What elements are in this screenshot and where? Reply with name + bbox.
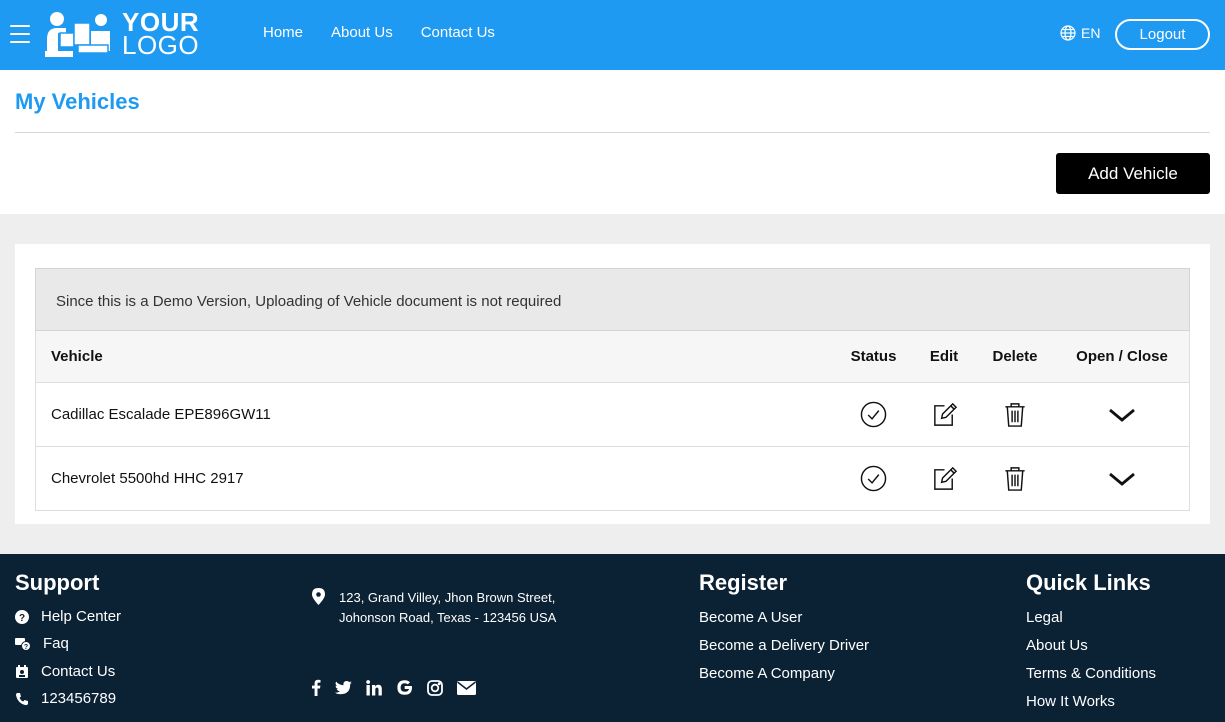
chevron-down-icon[interactable]: [1108, 407, 1136, 423]
footer-address: 123, Grand Villey, Jhon Brown Street, Jo…: [339, 588, 559, 628]
logo-icon: [45, 12, 110, 57]
column-header-vehicle: Vehicle: [51, 348, 103, 365]
location-pin-icon: [312, 588, 325, 605]
register-heading: Register: [699, 570, 788, 595]
table-row: Cadillac Escalade EPE896GW11: [36, 382, 1189, 446]
register-company-link[interactable]: Become A Company: [699, 665, 835, 682]
column-header-delete: Delete: [992, 348, 1038, 365]
logo-line-2: LOGO: [122, 30, 200, 60]
check-circle-icon[interactable]: [860, 465, 887, 492]
support-contact-us[interactable]: Contact Us: [15, 663, 115, 680]
support-phone-label: 123456789: [41, 690, 117, 707]
support-help-center[interactable]: ? Help Center: [15, 608, 121, 625]
svg-text:?: ?: [19, 613, 25, 624]
facebook-icon[interactable]: [311, 679, 321, 696]
instagram-icon[interactable]: [427, 679, 443, 696]
chevron-down-icon[interactable]: [1108, 471, 1136, 487]
page-title: My Vehicles: [15, 89, 140, 114]
language-selector[interactable]: EN: [1060, 25, 1100, 41]
faq-icon: ?: [15, 637, 31, 651]
support-contact-us-label: Contact Us: [41, 663, 116, 680]
vehicles-card: Since this is a Demo Version, Uploading …: [15, 244, 1210, 524]
trash-icon[interactable]: [1003, 465, 1027, 492]
divider: [15, 132, 1210, 133]
address-line-1: 123, Grand Villey, Jhon Brown Street,: [339, 590, 556, 605]
register-driver-link[interactable]: Become a Delivery Driver: [699, 637, 869, 654]
linkedin-icon[interactable]: [366, 679, 382, 696]
quick-link-about-us[interactable]: About Us: [1026, 637, 1088, 654]
quick-link-legal[interactable]: Legal: [1026, 609, 1063, 626]
vehicles-table: Vehicle Status Edit Delete Open / Close …: [35, 331, 1190, 511]
vehicle-name: Cadillac Escalade EPE896GW11: [51, 406, 271, 423]
footer: Support ? Help Center ? Faq Contact Us 1…: [0, 554, 1225, 722]
vehicle-name: Chevrolet 5500hd HHC 2917: [51, 470, 244, 487]
twitter-icon[interactable]: [335, 680, 352, 695]
nav-contact-us[interactable]: Contact Us: [421, 24, 495, 41]
table-header-row: Vehicle Status Edit Delete Open / Close: [36, 331, 1189, 382]
quick-link-terms[interactable]: Terms & Conditions: [1026, 665, 1156, 682]
trash-icon[interactable]: [1003, 401, 1027, 428]
logo-text: YOUR LOGO: [122, 9, 200, 60]
demo-notice: Since this is a Demo Version, Uploading …: [35, 268, 1190, 331]
quick-links-heading: Quick Links: [1026, 570, 1151, 595]
logo[interactable]: YOUR LOGO: [44, 8, 199, 60]
main-nav: Home About Us Contact Us: [263, 24, 495, 41]
nav-home[interactable]: Home: [263, 24, 303, 41]
quick-link-how-it-works[interactable]: How It Works: [1026, 693, 1115, 710]
google-icon[interactable]: [396, 679, 413, 696]
table-row: Chevrolet 5500hd HHC 2917: [36, 446, 1189, 510]
support-help-center-label: Help Center: [41, 608, 122, 625]
column-header-open-close: Open / Close: [1076, 348, 1168, 365]
edit-icon[interactable]: [931, 465, 958, 492]
edit-icon[interactable]: [931, 401, 958, 428]
contact-book-icon: [16, 664, 28, 678]
nav-about-us[interactable]: About Us: [331, 24, 393, 41]
top-navbar: YOUR LOGO Home About Us Contact Us EN Lo…: [0, 0, 1225, 70]
language-label: EN: [1081, 25, 1101, 41]
add-vehicle-button[interactable]: Add Vehicle: [1056, 153, 1210, 194]
svg-text:?: ?: [24, 644, 28, 651]
support-heading: Support: [15, 570, 100, 595]
question-circle-icon: ?: [15, 609, 29, 624]
check-circle-icon[interactable]: [860, 401, 887, 428]
globe-icon: [1060, 25, 1076, 41]
support-phone[interactable]: 123456789: [15, 690, 116, 707]
email-icon[interactable]: [457, 680, 476, 695]
title-section: My Vehicles Add Vehicle: [0, 70, 1225, 214]
column-header-edit: Edit: [929, 348, 959, 365]
support-faq[interactable]: ? Faq: [15, 635, 69, 652]
hamburger-menu-icon[interactable]: [10, 25, 30, 43]
phone-icon: [16, 692, 28, 705]
logout-button[interactable]: Logout: [1115, 19, 1210, 50]
register-user-link[interactable]: Become A User: [699, 609, 802, 626]
column-header-status: Status: [850, 348, 897, 365]
social-links: [311, 679, 476, 696]
address-line-2: Johonson Road, Texas - 123456 USA: [339, 610, 557, 625]
support-faq-label: Faq: [43, 635, 69, 652]
